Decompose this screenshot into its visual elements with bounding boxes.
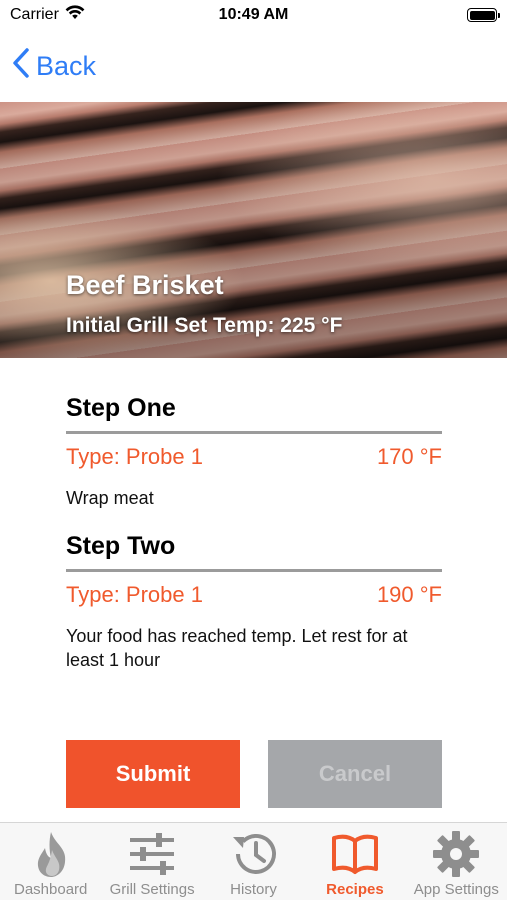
step-note: Your food has reached temp. Let rest for…: [66, 626, 408, 670]
tab-label: History: [230, 881, 277, 898]
navigation-bar: Back: [0, 30, 507, 102]
tab-grill-settings[interactable]: Grill Settings: [101, 823, 202, 900]
submit-button[interactable]: Submit: [66, 740, 240, 808]
tab-dashboard[interactable]: Dashboard: [0, 823, 101, 900]
step-temp: 170 °F: [376, 444, 442, 469]
step-note: Wrap meat: [66, 488, 154, 508]
tab-label: Recipes: [326, 881, 384, 898]
step-two: Step Two Type: Probe 1 190 °F Your food …: [66, 532, 442, 672]
chevron-left-icon: [12, 47, 30, 85]
status-time: 10:49 AM: [218, 6, 289, 23]
back-button[interactable]: Back: [12, 47, 97, 85]
step-title: Step Two: [66, 532, 442, 572]
recipe-hero-image: Beef Brisket Initial Grill Set Temp: 225…: [0, 102, 507, 358]
tab-history[interactable]: History: [203, 823, 304, 900]
book-icon: [331, 829, 379, 879]
tab-label: Grill Settings: [109, 881, 195, 898]
step-type: Type: Probe 1: [66, 444, 203, 469]
recipe-grill-temp: Initial Grill Set Temp: 225 °F: [66, 314, 343, 337]
tab-app-settings[interactable]: App Settings: [406, 823, 507, 900]
back-label: Back: [36, 50, 97, 81]
history-icon: [230, 829, 278, 879]
step-temp: 190 °F: [376, 582, 442, 607]
step-title: Step One: [66, 394, 442, 434]
step-one: Step One Type: Probe 1 170 °F Wrap meat: [66, 394, 442, 510]
status-bar: Carrier 10:49 AM: [0, 0, 507, 30]
battery-icon: [467, 8, 500, 22]
wifi-icon: [65, 5, 85, 25]
tab-label: Dashboard: [14, 881, 88, 898]
tab-recipes[interactable]: Recipes: [304, 823, 405, 900]
tab-bar: Dashboard Grill Settings History Recipes…: [0, 822, 507, 900]
sliders-icon: [128, 829, 176, 879]
recipe-steps: Step One Type: Probe 1 170 °F Wrap meat …: [66, 394, 442, 694]
gear-icon: [432, 829, 480, 879]
step-type: Type: Probe 1: [66, 582, 203, 607]
recipe-title: Beef Brisket: [66, 270, 224, 300]
flame-icon: [31, 829, 71, 879]
tab-label: App Settings: [413, 881, 499, 898]
carrier-label: Carrier: [10, 6, 59, 23]
cancel-button[interactable]: Cancel: [268, 740, 442, 808]
